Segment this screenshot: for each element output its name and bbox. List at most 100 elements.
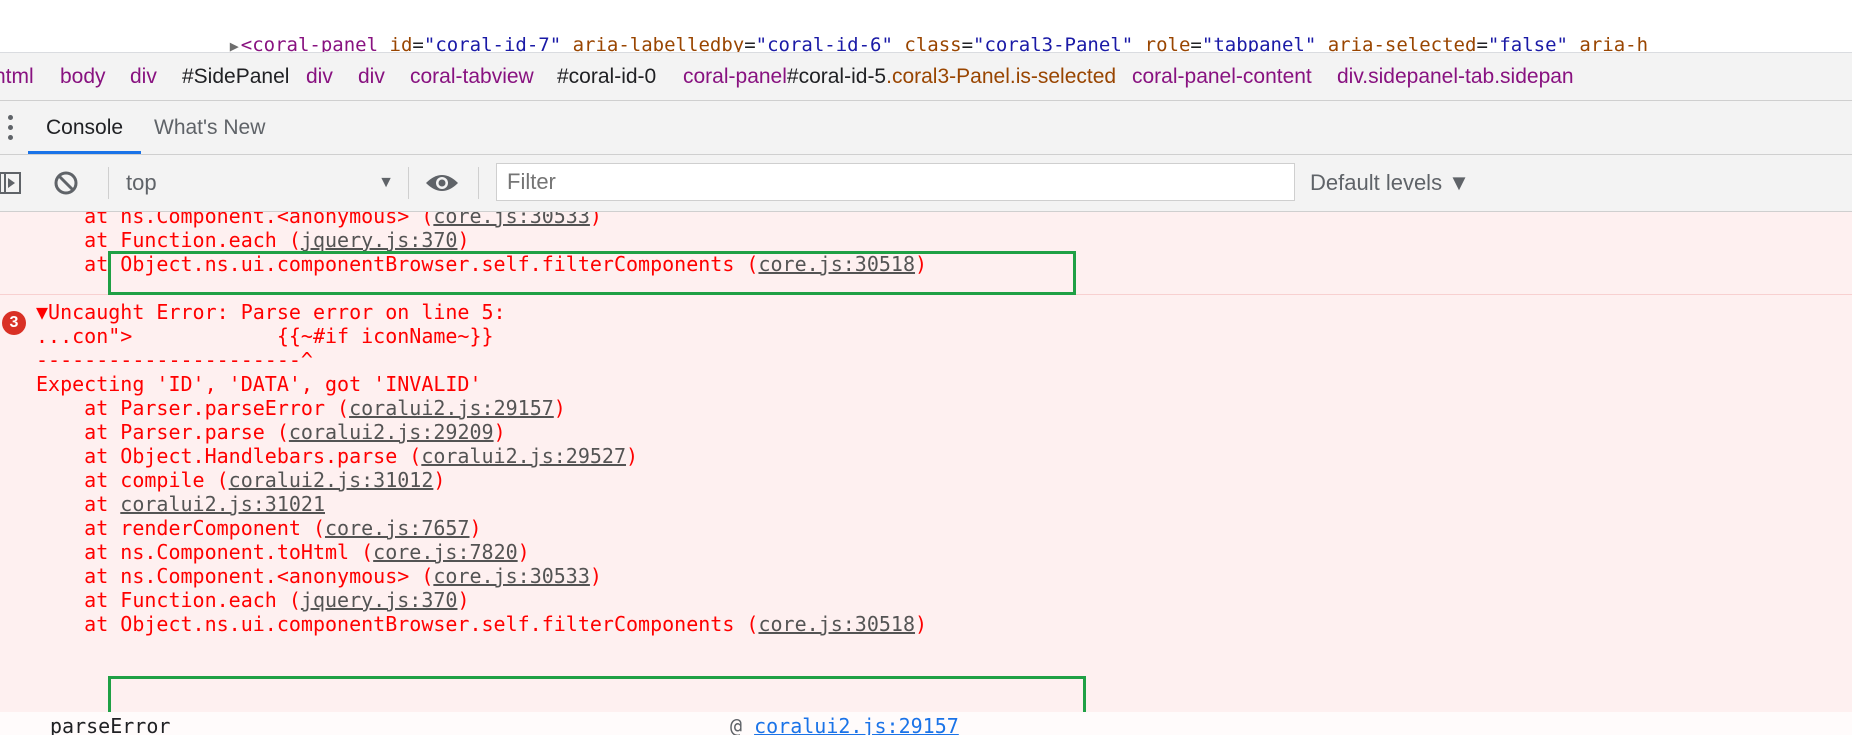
breadcrumb-label: html [0, 65, 34, 88]
stack-text: Expecting 'ID', 'DATA', got 'INVALID' [36, 372, 482, 396]
breadcrumb-label: #SidePanel [182, 65, 290, 88]
console-message: 3 ▼Uncaught Error: Parse error on line 5… [0, 295, 1852, 735]
stack-text-end: ) [433, 468, 446, 492]
stack-text-end: ) [626, 444, 639, 468]
stack-text-end: ) [589, 564, 602, 588]
attr-name: role [1144, 34, 1191, 53]
breadcrumb-item[interactable]: div.sidepanel-tab.sidepan [1337, 53, 1574, 100]
stack-text: ----------------------^ [36, 348, 313, 372]
breadcrumb-label: coral-tabview [410, 65, 534, 88]
breadcrumb-item[interactable]: html [0, 53, 34, 100]
function-name: parseError [50, 714, 171, 735]
elements-node-line[interactable]: ▶ <coral-panel id="coral-id-7" aria-label… [184, 12, 1649, 53]
source-link[interactable]: coralui2.js:29157 [754, 714, 959, 735]
eye-icon[interactable] [424, 169, 460, 202]
stack-text: at Object.Handlebars.parse ( [36, 444, 422, 468]
breadcrumb-label: div [358, 65, 385, 88]
attr-name: id [389, 34, 413, 53]
breadcrumb-class: .coral3-Panel.is-selected [886, 65, 1117, 88]
breadcrumb-item[interactable]: div [306, 53, 333, 100]
source-link[interactable]: jquery.js:370 [301, 228, 458, 252]
stack-text-end: ) [517, 540, 530, 564]
console-toolbar: top ▼ Default levels ▼ [0, 155, 1852, 212]
tag-open: <coral-panel [240, 34, 379, 53]
breadcrumb-label: div [130, 65, 157, 88]
breadcrumb-item[interactable]: div [358, 53, 385, 100]
toolbar-divider [408, 167, 409, 199]
attr-value: "tabpanel" [1201, 34, 1317, 53]
stack-text: at Object.ns.ui.componentBrowser.self.fi… [36, 612, 759, 636]
breadcrumb-label: coral-panel [683, 65, 787, 88]
breadcrumb-item[interactable]: coral-tabview [410, 53, 534, 100]
context-value: top [126, 170, 157, 195]
stack-text-end: ) [589, 212, 602, 228]
stack-text: at renderComponent ( [36, 516, 325, 540]
source-link[interactable]: coralui2.js:29157 [349, 396, 554, 420]
attr-name: aria-selected [1327, 34, 1477, 53]
stack-text: at ns.Component.toHtml ( [36, 540, 374, 564]
stack-text: at Parser.parse ( [36, 420, 289, 444]
source-link[interactable]: core.js:30533 [433, 564, 590, 588]
source-link[interactable]: coralui2.js:31012 [229, 468, 434, 492]
breadcrumb-item[interactable]: div [130, 53, 157, 100]
source-link[interactable]: core.js:7820 [373, 540, 518, 564]
elements-panel: " " ▶<coral-panel id="coral-id-7" aria-l… [0, 0, 1852, 53]
breadcrumb-label: #coral-id-0 [557, 65, 657, 88]
stack-text: ...con"> {{~#if iconName~}} [36, 324, 494, 348]
stack-text-end: ) [493, 420, 506, 444]
breadcrumb-item[interactable]: coral-panel-content [1132, 53, 1312, 100]
tab-whats-new[interactable]: What's New [136, 101, 283, 154]
chevron-down-icon: ▼ [378, 174, 394, 191]
context-select[interactable]: top ▼ [126, 163, 394, 203]
attr-value: "coral3-Panel" [973, 34, 1134, 53]
attr-value: "false" [1487, 34, 1568, 53]
breadcrumb-label: div [306, 65, 333, 88]
error-count-badge: 3 [2, 311, 26, 335]
stack-text: at ns.Component.<anonymous> ( [36, 564, 434, 588]
breadcrumb-id: #coral-id-5 [786, 65, 887, 88]
stack-text: at Parser.parseError ( [36, 396, 350, 420]
console-output: at ns.Component.<anonymous> (core.js:305… [0, 212, 1852, 735]
stack-text: at [36, 492, 121, 516]
source-link[interactable]: jquery.js:370 [301, 588, 458, 612]
source-link[interactable]: core.js:30518 [758, 612, 915, 636]
at-symbol: @ [730, 714, 755, 735]
source-link[interactable]: coralui2.js:31021 [120, 492, 325, 516]
more-menu-icon[interactable] [6, 115, 16, 143]
stack-text: at Function.each ( [36, 588, 301, 612]
breadcrumb-item[interactable]: coral-panel#coral-id-5.coral3-Panel.is-s… [683, 53, 1116, 100]
breadcrumb: html body div #SidePanel div div coral-tabview… [0, 53, 1852, 101]
attr-name: class [904, 34, 962, 53]
stack-text-end: ) [457, 228, 470, 252]
call-site-row: parseError @ coralui2.js:29157 [0, 712, 1852, 735]
breadcrumb-label: div.sidepanel-tab.sidepan [1337, 65, 1574, 88]
tab-console[interactable]: Console [28, 101, 142, 154]
breadcrumb-item[interactable]: #coral-id-0 [557, 53, 656, 100]
toolbar-divider [478, 167, 479, 199]
attr-value: "coral-id-7" [423, 34, 562, 53]
stack-text: at compile ( [36, 468, 229, 492]
attr-name: aria-h [1579, 34, 1649, 53]
attr-name: aria-labelledby [572, 34, 745, 53]
source-link[interactable]: coralui2.js:29527 [421, 444, 626, 468]
stack-text-end: ) [915, 612, 928, 636]
breadcrumb-item[interactable]: body [60, 53, 106, 100]
stack-line: at Object.ns.ui.componentBrowser.self.fi… [36, 610, 927, 638]
source-link[interactable]: coralui2.js:29209 [289, 420, 494, 444]
source-link[interactable]: core.js:7657 [325, 516, 470, 540]
breadcrumb-item[interactable]: #SidePanel [182, 53, 289, 100]
filter-input[interactable] [496, 163, 1295, 201]
breadcrumb-label: body [60, 65, 106, 88]
attr-value: "coral-id-6" [755, 34, 893, 53]
drawer-tabbar: Console What's New [0, 101, 1852, 155]
expand-triangle-icon[interactable]: ▶ [230, 37, 239, 52]
clear-console-icon[interactable] [52, 169, 80, 202]
stack-text: at Function.each ( [36, 228, 301, 252]
stack-text-end: ) [553, 396, 566, 420]
stack-text-end: ) [457, 588, 470, 612]
highlight-box [108, 251, 1076, 295]
elements-cut-line: " " [196, 0, 377, 10]
sidebar-toggle-icon[interactable] [0, 169, 24, 202]
log-levels-dropdown[interactable]: Default levels ▼ [1310, 163, 1470, 203]
breadcrumb-label: coral-panel-content [1132, 65, 1312, 88]
